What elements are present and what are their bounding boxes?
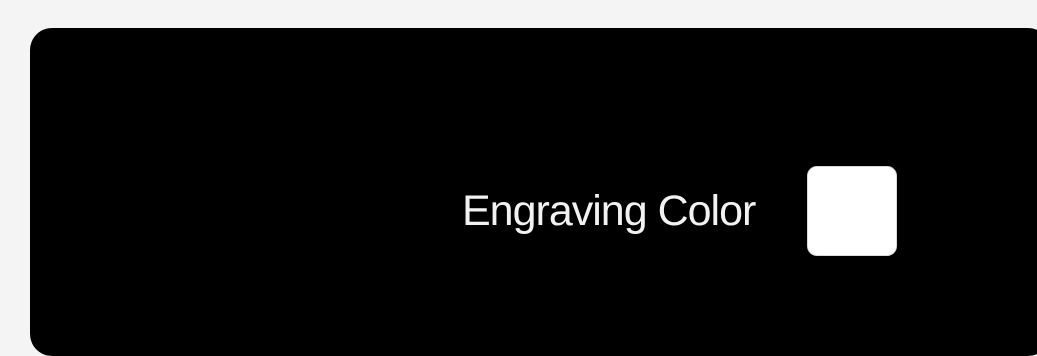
engraving-options-panel: Engraving Color: [30, 28, 1037, 356]
engraving-color-row: Engraving Color: [462, 164, 898, 258]
engraving-color-swatch[interactable]: [807, 166, 898, 256]
engraving-color-label: Engraving Color: [462, 186, 756, 235]
